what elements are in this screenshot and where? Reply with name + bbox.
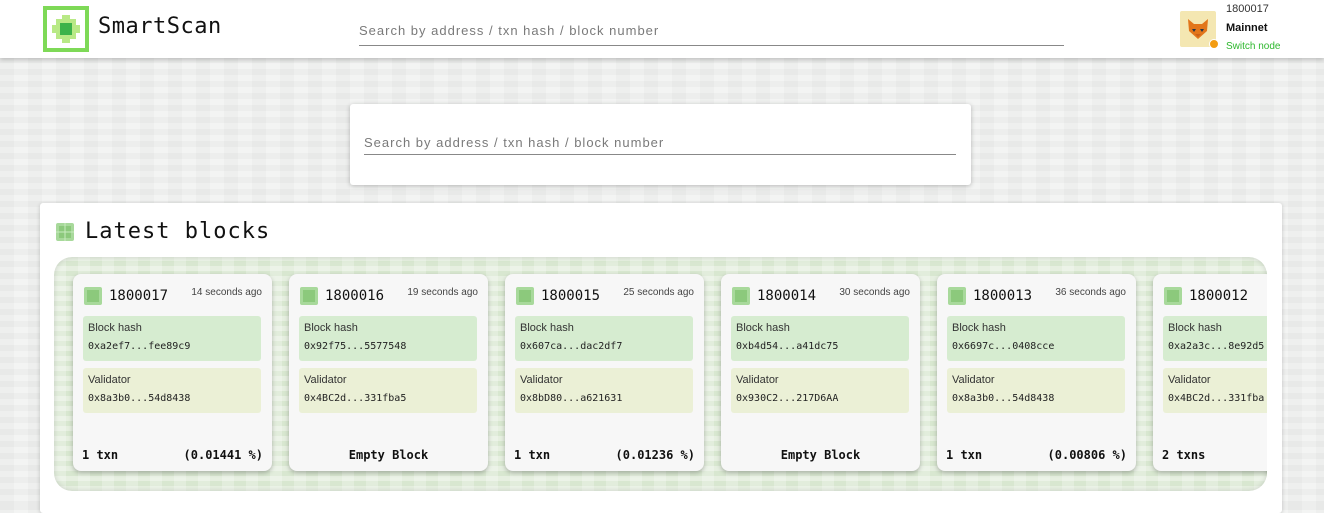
- block-hash-value[interactable]: 0x92f75...5577548: [304, 341, 406, 352]
- validator-label: Validator: [88, 374, 131, 386]
- block-card[interactable]: 1800014 30 seconds ago Block hash 0xb4d5…: [721, 274, 920, 471]
- smartscan-logo-icon[interactable]: [43, 6, 89, 52]
- block-hash-value[interactable]: 0x6697c...0408cce: [952, 341, 1054, 352]
- block-cube-icon: [948, 287, 966, 305]
- validator-label: Validator: [1168, 374, 1211, 386]
- empty-block-label: Empty Block: [348, 448, 429, 462]
- gas-percentage: (0.01441 %): [183, 448, 263, 462]
- block-age: 25 seconds ago: [623, 287, 694, 298]
- block-hash-field: Block hash 0x6697c...0408cce: [947, 316, 1125, 361]
- validator-label: Validator: [304, 374, 347, 386]
- main-search-card: [350, 104, 971, 185]
- block-hash-value[interactable]: 0xa2ef7...fee89c9: [88, 341, 190, 352]
- block-hash-label: Block hash: [88, 322, 142, 334]
- block-age: 36 seconds ago: [1055, 287, 1126, 298]
- txn-count: 1 txn: [82, 448, 119, 462]
- txn-count: 1 txn: [514, 448, 551, 462]
- block-number[interactable]: 1800017: [109, 288, 168, 304]
- block-hash-label: Block hash: [520, 322, 574, 334]
- block-cube-icon: [516, 287, 534, 305]
- brand-name[interactable]: SmartScan: [98, 14, 222, 39]
- validator-field: Validator 0x8a3b0...54d8438: [947, 368, 1125, 413]
- connection-status-dot: [1209, 39, 1219, 49]
- block-age: 14 seconds ago: [191, 287, 262, 298]
- validator-field: Validator 0x4BC2d...331fba: [1163, 368, 1267, 413]
- top-header: SmartScan 1800017 Mainnet Switch node: [0, 0, 1324, 58]
- gas-percentage: (0.01236 %): [615, 448, 695, 462]
- block-card[interactable]: 1800016 19 seconds ago Block hash 0x92f7…: [289, 274, 488, 471]
- block-hash-field: Block hash 0x92f75...5577548: [299, 316, 477, 361]
- block-card[interactable]: 1800012 Block hash 0xa2a3c...8e92d5 Vali…: [1153, 274, 1267, 471]
- validator-field: Validator 0x4BC2d...331fba5: [299, 368, 477, 413]
- validator-label: Validator: [520, 374, 563, 386]
- block-age: 30 seconds ago: [839, 287, 910, 298]
- block-hash-value[interactable]: 0x607ca...dac2df7: [520, 341, 622, 352]
- block-hash-label: Block hash: [736, 322, 790, 334]
- block-hash-field: Block hash 0xb4d54...a41dc75: [731, 316, 909, 361]
- validator-value[interactable]: 0x930C2...217D6AA: [736, 393, 838, 404]
- block-card[interactable]: 1800017 14 seconds ago Block hash 0xa2ef…: [73, 274, 272, 471]
- header-search: [359, 22, 1064, 46]
- txn-count: 1 txn: [946, 448, 983, 462]
- header-search-input[interactable]: [359, 23, 1064, 38]
- validator-field: Validator 0x8bD80...a621631: [515, 368, 693, 413]
- validator-value[interactable]: 0x4BC2d...331fba5: [304, 393, 406, 404]
- gas-percentage: (0.00806 %): [1047, 448, 1127, 462]
- block-number[interactable]: 1800014: [757, 288, 816, 304]
- block-hash-value[interactable]: 0xa2a3c...8e92d5: [1168, 341, 1264, 352]
- block-cube-icon: [84, 287, 102, 305]
- block-age: 19 seconds ago: [407, 287, 478, 298]
- block-hash-field: Block hash 0x607ca...dac2df7: [515, 316, 693, 361]
- main-search-input[interactable]: [364, 135, 956, 150]
- latest-blocks-panel: Latest blocks 1800017 14 seconds ago Blo…: [40, 203, 1282, 513]
- block-cube-icon: [1164, 287, 1182, 305]
- block-cube-icon: [732, 287, 750, 305]
- validator-field: Validator 0x930C2...217D6AA: [731, 368, 909, 413]
- block-number[interactable]: 1800012: [1189, 288, 1248, 304]
- empty-block-label: Empty Block: [780, 448, 861, 462]
- block-card[interactable]: 1800013 36 seconds ago Block hash 0x6697…: [937, 274, 1136, 471]
- block-hash-label: Block hash: [1168, 322, 1222, 334]
- account-avatar[interactable]: [1180, 11, 1219, 49]
- current-block-number: 1800017: [1226, 3, 1269, 15]
- validator-label: Validator: [952, 374, 995, 386]
- block-number[interactable]: 1800015: [541, 288, 600, 304]
- validator-value[interactable]: 0x4BC2d...331fba: [1168, 393, 1264, 404]
- block-hash-field: Block hash 0xa2ef7...fee89c9: [83, 316, 261, 361]
- validator-value[interactable]: 0x8a3b0...54d8438: [88, 393, 190, 404]
- block-hash-label: Block hash: [304, 322, 358, 334]
- validator-value[interactable]: 0x8a3b0...54d8438: [952, 393, 1054, 404]
- validator-field: Validator 0x8a3b0...54d8438: [83, 368, 261, 413]
- block-hash-value[interactable]: 0xb4d54...a41dc75: [736, 341, 838, 352]
- network-name: Mainnet: [1226, 22, 1268, 34]
- block-hash-label: Block hash: [952, 322, 1006, 334]
- block-hash-field: Block hash 0xa2a3c...8e92d5: [1163, 316, 1267, 361]
- switch-node-link[interactable]: Switch node: [1226, 41, 1280, 52]
- block-number[interactable]: 1800016: [325, 288, 384, 304]
- block-card[interactable]: 1800015 25 seconds ago Block hash 0x607c…: [505, 274, 704, 471]
- blocks-carousel[interactable]: 1800017 14 seconds ago Block hash 0xa2ef…: [54, 257, 1267, 491]
- main-search: [364, 134, 956, 155]
- block-number[interactable]: 1800013: [973, 288, 1032, 304]
- block-cube-icon: [300, 287, 318, 305]
- latest-blocks-title: Latest blocks: [85, 219, 271, 244]
- validator-label: Validator: [736, 374, 779, 386]
- validator-value[interactable]: 0x8bD80...a621631: [520, 393, 622, 404]
- block-cube-icon: [56, 223, 74, 241]
- txn-count: 2 txns: [1162, 448, 1206, 462]
